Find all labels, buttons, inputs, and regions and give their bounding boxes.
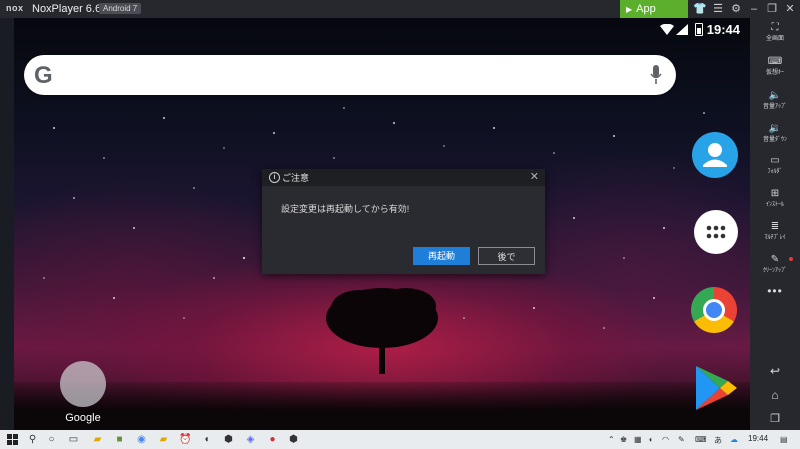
install-icon: ⊞ xyxy=(770,188,780,199)
sidebar-item-label: 仮想ｷｰ xyxy=(765,70,784,76)
title-bar: nox NoxPlayer 6.6.0.2 Android 7 ▶App Cen… xyxy=(0,0,800,34)
dialog-header: i ご注意 ✕ xyxy=(262,169,545,186)
chrome-icon[interactable]: ◉ xyxy=(135,433,148,446)
sidebar-item-keyboard[interactable]: ⌨ 仮想ｷｰ xyxy=(750,56,800,77)
network-icon[interactable]: ▦ xyxy=(634,435,642,444)
app-drawer-icon[interactable] xyxy=(694,210,738,254)
close-icon[interactable]: ✕ xyxy=(530,170,539,183)
signal-icon xyxy=(676,24,688,35)
sidebar-item-label: 全画面 xyxy=(765,36,784,42)
google-g-icon: G xyxy=(34,62,53,89)
minimize-icon[interactable]: – xyxy=(747,2,761,16)
wifi-icon xyxy=(660,24,674,35)
app-icon[interactable]: ◖ xyxy=(200,433,213,446)
nox-logo: nox xyxy=(6,3,24,13)
sidebar-item-volume-up[interactable]: 🔈 音量ｱｯﾌﾟ xyxy=(750,90,800,111)
notification-dot xyxy=(789,257,793,261)
restart-notice-dialog: i ご注意 ✕ 設定変更は再起動してから有効! 再起動 後で xyxy=(262,169,545,274)
onedrive-icon[interactable]: ☁ xyxy=(730,435,738,444)
sidebar-item-folder[interactable]: ▭ ﾌｫﾙﾀﾞ xyxy=(750,155,800,176)
multi-play-icon: ≣ xyxy=(770,221,780,232)
minecraft-icon[interactable]: ■ xyxy=(113,433,126,446)
sidebar-item-label: 音量ｱｯﾌﾟ xyxy=(762,104,787,110)
sidebar-item-fullscreen[interactable]: ⛶ 全画面 xyxy=(750,22,800,43)
cortana-icon[interactable]: ○ xyxy=(45,433,58,446)
sidebar-item-label: ｸﾘｰﾝｱｯﾌﾟ xyxy=(762,268,787,274)
taskbar-clock[interactable]: 19:44 xyxy=(748,434,768,443)
wifi-tray-icon[interactable]: ◠ xyxy=(662,435,669,444)
nox-sidebar: ⛶ 全画面 ⌨ 仮想ｷｰ 🔈 音量ｱｯﾌﾟ 🔉 音量ﾀﾞｳﾝ ▭ ﾌｫﾙﾀﾞ ⊞… xyxy=(750,18,800,430)
home-icon[interactable]: ⌂ xyxy=(750,388,800,402)
menu-icon[interactable]: ☰ xyxy=(711,2,725,16)
google-folder-icon[interactable] xyxy=(60,361,106,407)
keyboard-icon: ⌨ xyxy=(767,56,783,67)
contacts-icon[interactable] xyxy=(692,132,738,178)
fullscreen-icon: ⛶ xyxy=(771,22,779,33)
dialog-message: 設定変更は再起動してから有効! xyxy=(281,204,410,214)
app-center-button[interactable]: ▶App Center xyxy=(620,0,688,34)
nox-icon-2[interactable]: ⬢ xyxy=(287,433,300,446)
folder-icon[interactable]: ▰ xyxy=(157,433,170,446)
keyboard-tray-icon[interactable]: ⌨ xyxy=(695,435,707,444)
record-icon[interactable]: ● xyxy=(266,433,279,446)
battery-icon xyxy=(695,23,703,36)
nox-icon[interactable]: ⬢ xyxy=(222,433,235,446)
google-folder-label: Google xyxy=(65,412,101,424)
ime-icon[interactable]: あ xyxy=(714,435,722,446)
windows-taskbar: ⚲ ○ ▭ ▰ ■ ◉ ▰ ⏰ ◖ ⬢ ◈ ● ⬢ ⌃ ♚ ▦ ◖ ◠ ✎ ⌨ … xyxy=(0,430,800,449)
restart-button[interactable]: 再起動 xyxy=(413,247,470,265)
grass-foreground xyxy=(14,382,750,430)
task-view-icon[interactable]: ▭ xyxy=(67,433,80,446)
windows-start-icon[interactable] xyxy=(7,434,18,445)
shirt-icon[interactable]: 👕 xyxy=(693,2,707,16)
sidebar-item-label: 音量ﾀﾞｳﾝ xyxy=(762,137,787,143)
status-clock: 19:44 xyxy=(706,22,740,37)
recents-icon[interactable]: ❐ xyxy=(750,412,800,425)
tree-silhouette xyxy=(326,288,438,374)
volume-down-icon: 🔉 xyxy=(768,123,782,134)
microphone-icon[interactable] xyxy=(650,65,662,85)
sidebar-item-install[interactable]: ⊞ ｲﾝｽﾄｰﾙ xyxy=(750,188,800,209)
tray-app-icon[interactable]: ♚ xyxy=(620,435,627,444)
pen-icon[interactable]: ✎ xyxy=(678,435,685,444)
dialog-title: ご注意 xyxy=(282,173,310,183)
sidebar-item-label: ﾏﾙﾁﾌﾟﾚｲ xyxy=(764,235,786,241)
gear-icon[interactable]: ⚙ xyxy=(729,2,743,16)
play-icon: ▶ xyxy=(626,5,633,14)
back-icon[interactable]: ↩ xyxy=(750,364,800,378)
later-button[interactable]: 後で xyxy=(478,247,535,265)
folder-icon: ▭ xyxy=(770,155,780,166)
notifications-icon[interactable]: ▤ xyxy=(780,435,788,444)
close-icon[interactable]: ✕ xyxy=(783,2,797,16)
chrome-icon[interactable] xyxy=(691,287,737,333)
google-search-bar[interactable]: G xyxy=(24,55,676,95)
search-icon[interactable]: ⚲ xyxy=(26,433,39,446)
alarm-icon[interactable]: ⏰ xyxy=(179,433,192,446)
sidebar-item-label: ｲﾝｽﾄｰﾙ xyxy=(765,202,784,208)
android-version-badge: Android 7 xyxy=(99,3,142,14)
android-status-bar: 19:44 xyxy=(14,18,750,42)
file-explorer-icon[interactable]: ▰ xyxy=(91,433,104,446)
volume-icon[interactable]: ◖ xyxy=(648,435,653,444)
sidebar-item-volume-down[interactable]: 🔉 音量ﾀﾞｳﾝ xyxy=(750,123,800,144)
sidebar-item-label: ﾌｫﾙﾀﾞ xyxy=(767,169,783,175)
volume-up-icon: 🔈 xyxy=(768,90,782,101)
more-options-button[interactable]: ••• xyxy=(750,284,800,298)
discord-icon[interactable]: ◈ xyxy=(244,433,257,446)
sidebar-item-multi-play[interactable]: ≣ ﾏﾙﾁﾌﾟﾚｲ xyxy=(750,221,800,242)
restore-icon[interactable]: ❐ xyxy=(765,2,779,16)
chevron-up-icon[interactable]: ⌃ xyxy=(608,435,615,444)
play-store-icon[interactable] xyxy=(694,364,738,412)
info-icon: i xyxy=(269,172,280,183)
